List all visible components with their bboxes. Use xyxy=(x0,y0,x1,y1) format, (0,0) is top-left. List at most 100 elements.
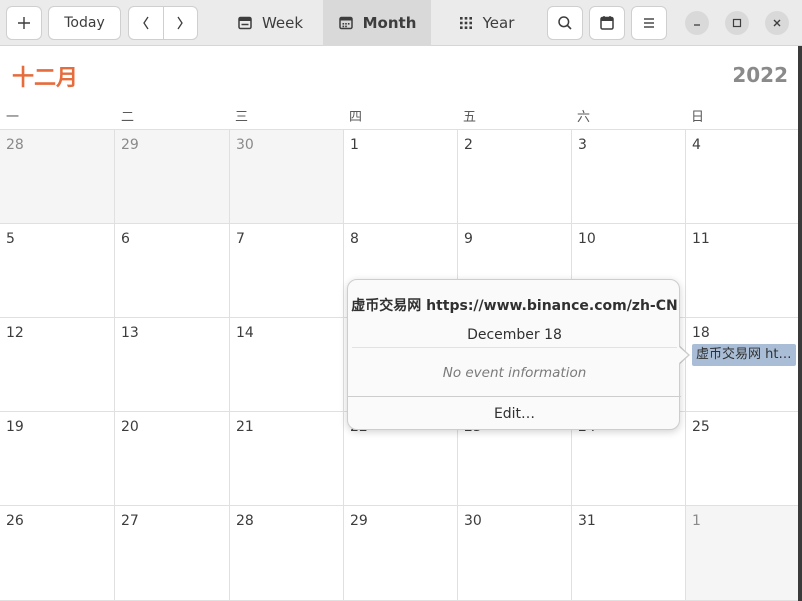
day-number: 1 xyxy=(350,137,359,153)
day-number: 28 xyxy=(236,513,254,529)
day-number: 20 xyxy=(121,419,139,435)
day-cell[interactable]: 1 xyxy=(686,506,802,601)
day-cell[interactable]: 6 xyxy=(115,224,230,318)
day-number: 19 xyxy=(6,419,24,435)
day-cell[interactable]: 5 xyxy=(0,224,115,318)
day-cell[interactable]: 14 xyxy=(230,318,344,412)
day-number: 4 xyxy=(692,137,701,153)
day-number: 12 xyxy=(6,325,24,341)
plus-icon xyxy=(18,17,30,29)
weekday-label: 日 xyxy=(691,110,705,125)
day-cell[interactable]: 3 xyxy=(572,130,686,224)
month-calendar-icon xyxy=(338,16,353,30)
date-chooser-button[interactable] xyxy=(589,6,625,40)
day-cell[interactable]: 1 xyxy=(344,130,458,224)
month-title: 十二月 xyxy=(12,66,79,91)
day-number: 8 xyxy=(350,231,359,247)
day-number: 10 xyxy=(578,231,596,247)
day-number: 13 xyxy=(121,325,139,341)
day-cell[interactable]: 7 xyxy=(230,224,344,318)
minimize-icon xyxy=(694,24,700,26)
day-cell[interactable]: 31 xyxy=(572,506,686,601)
edit-event-button[interactable]: Edit… xyxy=(348,397,681,430)
day-number: 27 xyxy=(121,513,139,529)
day-cell[interactable]: 27 xyxy=(115,506,230,601)
popover-event-title: 虚币交易网 https://www.binance.com/zh-CN xyxy=(351,298,678,314)
day-cell[interactable]: 20 xyxy=(115,412,230,506)
day-cell[interactable]: 29 xyxy=(344,506,458,601)
year-title: 2022 xyxy=(732,63,788,87)
day-cell[interactable]: 28 xyxy=(0,130,115,224)
day-number: 25 xyxy=(692,419,710,435)
day-cell[interactable]: 21 xyxy=(230,412,344,506)
day-cell[interactable]: 4 xyxy=(686,130,802,224)
day-cell[interactable]: 11 xyxy=(686,224,802,318)
tab-week-label: Week xyxy=(261,14,304,32)
close-button[interactable] xyxy=(765,11,789,35)
day-number: 6 xyxy=(121,231,130,247)
day-number: 3 xyxy=(578,137,587,153)
day-cell[interactable]: 30 xyxy=(230,130,344,224)
calendar-icon xyxy=(600,16,614,30)
day-cell[interactable]: 30 xyxy=(458,506,572,601)
day-cell[interactable]: 12 xyxy=(0,318,115,412)
navigation-group xyxy=(128,6,198,40)
popover-event-date: December 18 xyxy=(467,327,562,343)
day-number: 11 xyxy=(692,231,710,247)
close-icon xyxy=(773,19,781,27)
weekday-label: 五 xyxy=(463,110,477,125)
day-cell[interactable]: 28 xyxy=(230,506,344,601)
weekday-label: 三 xyxy=(235,110,249,125)
main-menu-button[interactable] xyxy=(631,6,667,40)
day-number: 30 xyxy=(236,137,254,153)
day-cell[interactable]: 19 xyxy=(0,412,115,506)
day-cell[interactable]: 29 xyxy=(115,130,230,224)
maximize-button[interactable] xyxy=(725,11,749,35)
day-cell[interactable]: 25 xyxy=(686,412,802,506)
search-icon xyxy=(558,16,572,30)
day-cell[interactable]: 13 xyxy=(115,318,230,412)
tab-month[interactable]: Month xyxy=(323,0,431,46)
year-grid-icon xyxy=(459,17,472,29)
day-number: 29 xyxy=(350,513,368,529)
popover-event-info: No event information xyxy=(442,365,587,381)
today-button[interactable]: Today xyxy=(48,6,121,40)
chevron-right-icon xyxy=(177,16,184,30)
tab-week[interactable]: Week xyxy=(222,0,318,46)
next-button[interactable] xyxy=(162,7,198,39)
tab-year[interactable]: Year xyxy=(440,0,532,46)
day-number: 30 xyxy=(464,513,482,529)
weekday-label: 四 xyxy=(349,110,363,125)
window-edge xyxy=(798,46,802,601)
popover-divider xyxy=(352,347,677,348)
maximize-icon xyxy=(732,18,742,28)
day-number: 28 xyxy=(6,137,24,153)
header-bar: Today Week Month Year xyxy=(0,0,802,46)
day-number: 21 xyxy=(236,419,254,435)
tab-year-label: Year xyxy=(482,14,515,32)
chevron-left-icon xyxy=(142,16,149,30)
previous-button[interactable] xyxy=(129,7,163,39)
tab-month-label: Month xyxy=(362,14,417,32)
event-popover: 虚币交易网 https://www.binance.com/zh-CN Dece… xyxy=(347,279,681,430)
add-event-button[interactable] xyxy=(6,6,42,40)
day-number: 14 xyxy=(236,325,254,341)
weekday-label: 六 xyxy=(577,110,591,125)
day-number: 26 xyxy=(6,513,24,529)
event-chip[interactable]: 虚币交易网 ht… xyxy=(692,344,796,366)
day-number: 2 xyxy=(464,137,473,153)
day-number: 31 xyxy=(578,513,596,529)
hamburger-menu-icon xyxy=(644,18,654,28)
search-button[interactable] xyxy=(547,6,583,40)
minimize-button[interactable] xyxy=(685,11,709,35)
popover-arrow xyxy=(678,346,688,364)
day-cell[interactable]: 26 xyxy=(0,506,115,601)
day-cell[interactable]: 2 xyxy=(458,130,572,224)
day-number: 29 xyxy=(121,137,139,153)
week-calendar-icon xyxy=(238,16,252,30)
weekday-label: 一 xyxy=(6,110,20,125)
day-number: 1 xyxy=(692,513,701,529)
day-number: 9 xyxy=(464,231,473,247)
weekday-label: 二 xyxy=(121,110,135,125)
day-number: 7 xyxy=(236,231,245,247)
